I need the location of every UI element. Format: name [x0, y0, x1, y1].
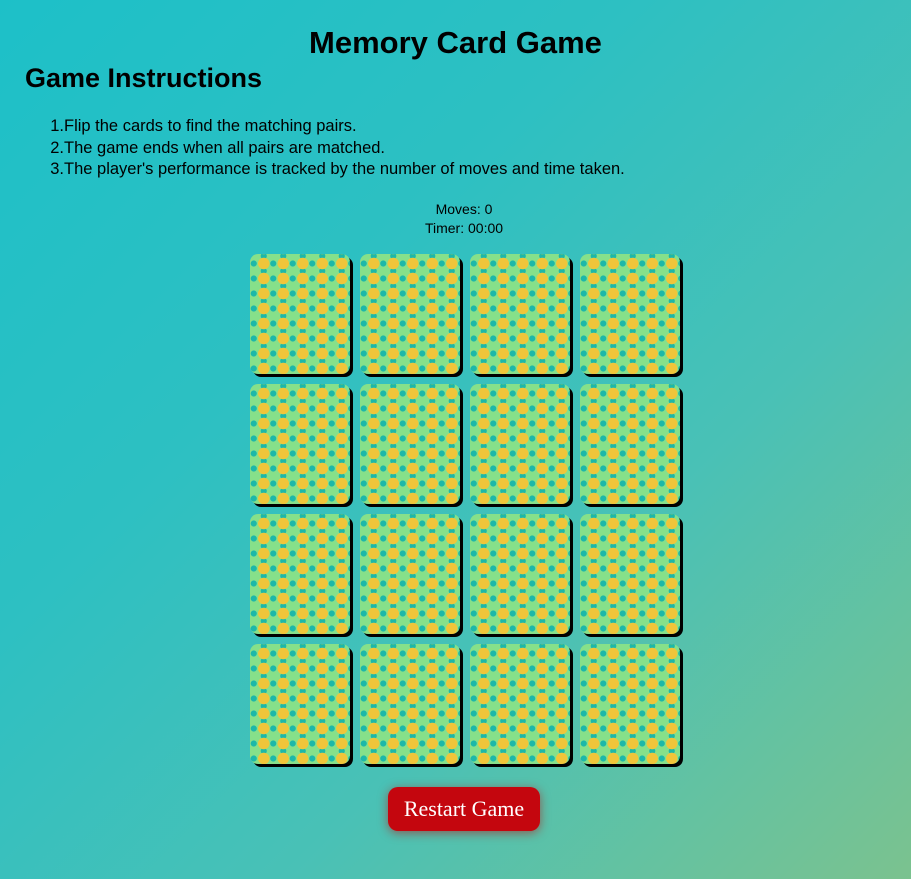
game-stats: Moves: 0 Timer: 00:00 [0, 200, 911, 238]
memory-card[interactable] [580, 384, 680, 504]
memory-card[interactable] [250, 644, 350, 764]
memory-card[interactable] [470, 514, 570, 634]
instruction-item: 1. Flip the cards to find the matching p… [50, 117, 357, 135]
instruction-item: 3. The player's performance is tracked b… [50, 160, 625, 178]
memory-card[interactable] [360, 384, 460, 504]
instructions-list: 1. Flip the cards to find the matching p… [40, 116, 625, 181]
moves-value: 0 [484, 201, 493, 217]
memory-card[interactable] [580, 644, 680, 764]
memory-card[interactable] [580, 254, 680, 374]
game-title: Memory Card Game [309, 25, 602, 60]
timer-label: Timer: [424, 220, 465, 236]
memory-card[interactable] [360, 254, 460, 374]
memory-card[interactable] [250, 254, 350, 374]
timer-value: 00:00 [468, 220, 504, 236]
card-grid [250, 254, 690, 764]
instruction-item: 2. The game ends when all pairs are matc… [50, 138, 386, 157]
memory-card[interactable] [250, 514, 350, 634]
moves-label: Moves: [435, 201, 481, 217]
memory-card[interactable] [470, 384, 570, 504]
timer-display: Timer: 00:00 [0, 219, 911, 238]
memory-card[interactable] [470, 644, 570, 764]
memory-card[interactable] [360, 514, 460, 634]
memory-card[interactable] [360, 644, 460, 764]
moves-counter: Moves: 0 [0, 200, 911, 219]
memory-card[interactable] [580, 514, 680, 634]
memory-card[interactable] [470, 254, 570, 374]
memory-card[interactable] [250, 384, 350, 504]
instructions-heading: Game Instructions [25, 63, 263, 93]
restart-button[interactable]: Restart Game [388, 787, 540, 831]
